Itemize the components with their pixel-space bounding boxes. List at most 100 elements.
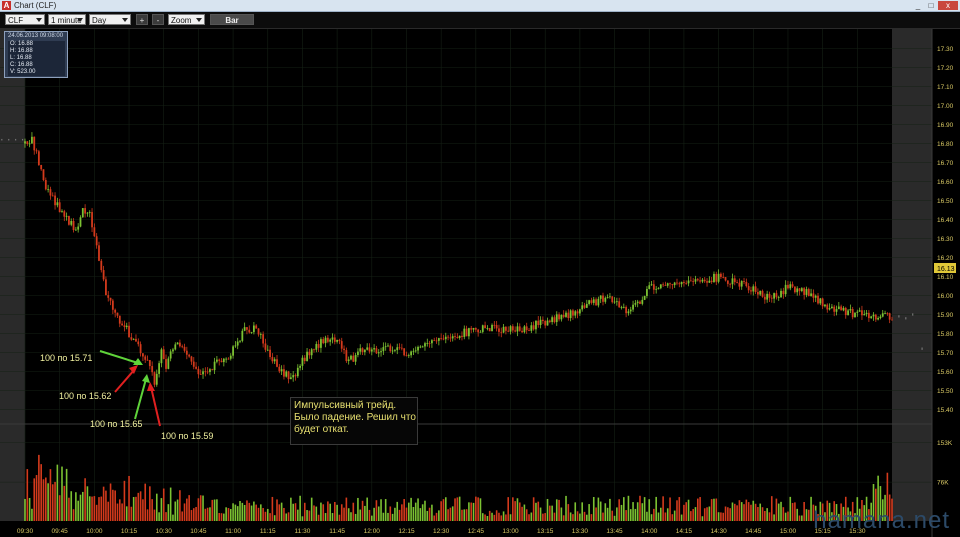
time-tick-label: 10:15 xyxy=(121,528,138,535)
candle-body xyxy=(370,349,373,352)
volume-bar xyxy=(121,503,123,521)
minimize-button[interactable]: _ xyxy=(912,1,924,10)
volume-bar xyxy=(794,502,796,521)
candle-body xyxy=(768,293,771,298)
candle-body xyxy=(357,351,359,356)
candle-body xyxy=(396,347,399,351)
candle-body xyxy=(185,350,188,355)
close-button[interactable]: x xyxy=(938,1,958,10)
maximize-button[interactable]: □ xyxy=(925,1,937,10)
candle-body xyxy=(58,202,61,213)
candle-body xyxy=(805,289,808,295)
candle-body xyxy=(463,328,466,337)
candle-body xyxy=(743,281,745,282)
volume-bar xyxy=(107,501,110,521)
time-tick-label: 10:45 xyxy=(190,528,207,535)
volume-bar xyxy=(391,513,394,521)
volume-bar xyxy=(500,515,503,521)
candle-body xyxy=(863,314,866,316)
candle-body xyxy=(437,338,440,341)
candle-body xyxy=(763,296,766,300)
zoom-out-button[interactable]: - xyxy=(152,14,164,25)
volume-bar xyxy=(516,498,519,521)
candle-body xyxy=(232,346,234,356)
volume-bar xyxy=(285,513,288,521)
volume-bar xyxy=(336,504,338,521)
volume-bar xyxy=(433,515,436,521)
candle-body xyxy=(148,360,151,367)
candle-body xyxy=(421,346,424,348)
volume-bar xyxy=(68,497,70,521)
time-tick-label: 12:15 xyxy=(398,528,415,535)
candle-body xyxy=(539,319,542,325)
volume-bar xyxy=(139,491,142,521)
candle-body xyxy=(266,349,269,351)
volume-bar xyxy=(142,499,144,521)
candle-body xyxy=(204,371,207,373)
volume-bar xyxy=(454,498,456,521)
candle-body xyxy=(451,336,454,339)
candle-body xyxy=(685,282,688,284)
bar-type-button[interactable]: Bar xyxy=(210,14,254,25)
candle-body xyxy=(507,330,510,332)
candle-body xyxy=(733,278,736,283)
candle-body xyxy=(745,281,748,287)
candle-body xyxy=(91,212,93,228)
volume-tick-label: 76K xyxy=(937,480,949,487)
candle-body xyxy=(250,332,253,333)
candle-body xyxy=(109,297,112,301)
candle-body xyxy=(796,288,799,293)
candle-body xyxy=(602,295,604,302)
candle-body xyxy=(678,283,681,285)
volume-bar xyxy=(56,464,59,521)
price-chart[interactable]: 17.30 17.20 17.10 17.00 16.90 16.80 16.70 16.60… xyxy=(0,29,960,537)
candle-body xyxy=(780,290,782,298)
interval-select[interactable]: 1 minute xyxy=(48,14,86,25)
time-tick-label: 13:30 xyxy=(572,528,589,535)
candle-body xyxy=(146,359,149,361)
candle-body xyxy=(454,336,456,338)
volume-bar xyxy=(770,496,773,521)
period-select[interactable]: Day xyxy=(89,14,131,25)
candle-body xyxy=(858,310,861,312)
candle-body xyxy=(821,298,824,307)
volume-bar xyxy=(438,510,440,521)
volume-bar xyxy=(565,495,567,521)
candle-body xyxy=(775,293,778,298)
candle-body xyxy=(548,320,551,323)
candle-body xyxy=(747,286,750,291)
volume-bar xyxy=(368,509,371,521)
candle-body xyxy=(440,338,443,339)
candle-body xyxy=(331,337,334,340)
volume-bar xyxy=(706,507,708,521)
zoom-in-button[interactable]: + xyxy=(136,14,148,25)
volume-bar xyxy=(176,499,179,521)
candle-body xyxy=(553,317,556,323)
zoom-select[interactable]: Zoom xyxy=(168,14,205,25)
volume-bar xyxy=(708,506,711,521)
candle-body xyxy=(782,290,785,295)
volume-bar xyxy=(35,475,38,521)
candle-body xyxy=(592,299,595,303)
candle-body xyxy=(42,169,45,181)
candle-body xyxy=(206,371,209,373)
volume-bar xyxy=(442,499,445,521)
volume-bar xyxy=(590,514,593,521)
candle-body xyxy=(865,312,868,315)
volume-bar xyxy=(634,508,637,521)
volume-bar xyxy=(310,497,313,521)
volume-bar xyxy=(599,501,602,521)
volume-bar xyxy=(549,505,551,521)
volume-bar xyxy=(125,506,128,521)
candle-body xyxy=(296,367,299,377)
volume-bar xyxy=(713,498,715,521)
volume-bar xyxy=(694,507,697,521)
volume-bar xyxy=(297,509,299,521)
symbol-select[interactable]: CLF xyxy=(5,14,45,25)
volume-bar xyxy=(343,507,345,521)
volume-bar xyxy=(789,496,792,521)
volume-bar xyxy=(160,498,163,521)
candle-body xyxy=(511,326,514,331)
candle-body xyxy=(891,319,893,321)
candle-body xyxy=(81,208,84,218)
